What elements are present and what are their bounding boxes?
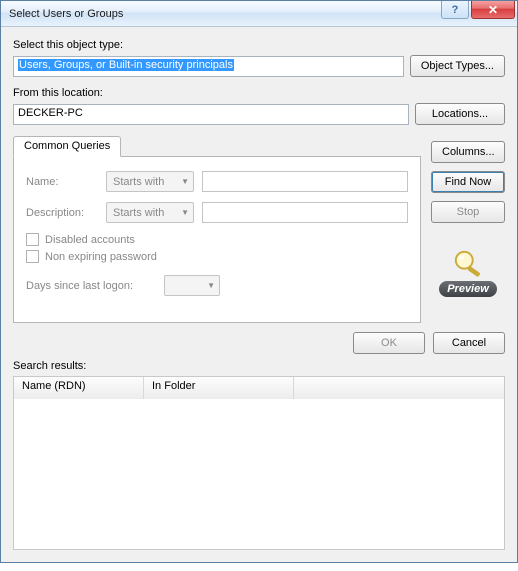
client-area: Select this object type: Users, Groups, … (1, 27, 517, 562)
disabled-accounts-checkbox[interactable] (26, 233, 39, 246)
chevron-down-icon: ▼ (181, 208, 189, 217)
disabled-accounts-label: Disabled accounts (45, 234, 135, 246)
columns-button[interactable]: Columns... (431, 141, 505, 163)
days-since-combo[interactable]: ▼ (164, 275, 220, 296)
object-type-label: Select this object type: (13, 39, 505, 51)
description-label: Description: (26, 207, 98, 219)
window-title: Select Users or Groups (9, 8, 123, 20)
description-match-combo[interactable]: Starts with ▼ (106, 202, 194, 223)
search-results-label: Search results: (13, 360, 505, 372)
name-label: Name: (26, 176, 98, 188)
ok-button[interactable]: OK (353, 332, 425, 354)
help-button[interactable]: ? (441, 1, 469, 19)
non-expiring-label: Non expiring password (45, 251, 157, 263)
locations-button[interactable]: Locations... (415, 103, 505, 125)
tab-common-queries[interactable]: Common Queries (13, 136, 121, 157)
column-in-folder[interactable]: In Folder (144, 377, 294, 399)
description-match-value: Starts with (113, 207, 164, 219)
object-type-value: Users, Groups, or Built-in security prin… (18, 59, 234, 71)
side-buttons: Columns... Find Now Stop Preview (431, 135, 505, 297)
location-value: DECKER-PC (18, 107, 83, 119)
object-types-button[interactable]: Object Types... (410, 55, 505, 77)
close-button[interactable]: ✕ (471, 1, 515, 19)
location-field[interactable]: DECKER-PC (13, 104, 409, 125)
name-match-value: Starts with (113, 176, 164, 188)
dialog-window: Select Users or Groups ? ✕ Select this o… (0, 0, 518, 563)
non-expiring-checkbox[interactable] (26, 250, 39, 263)
object-type-field[interactable]: Users, Groups, or Built-in security prin… (13, 56, 404, 77)
close-icon: ✕ (488, 3, 498, 17)
tab-strip: Common Queries (13, 135, 421, 157)
preview-group[interactable]: Preview (431, 249, 505, 297)
window-controls: ? ✕ (441, 1, 517, 26)
help-icon: ? (452, 4, 459, 16)
results-grid[interactable]: Name (RDN) In Folder (13, 376, 505, 550)
chevron-down-icon: ▼ (207, 281, 215, 290)
stop-button[interactable]: Stop (431, 201, 505, 223)
results-header: Name (RDN) In Folder (14, 377, 504, 399)
find-now-button[interactable]: Find Now (431, 171, 505, 193)
common-queries-panel: Name: Starts with ▼ Description: Starts … (13, 156, 421, 323)
location-label: From this location: (13, 87, 505, 99)
preview-caption: Preview (439, 281, 497, 297)
chevron-down-icon: ▼ (181, 177, 189, 186)
name-input[interactable] (202, 171, 408, 192)
days-since-label: Days since last logon: (26, 280, 156, 292)
title-bar: Select Users or Groups ? ✕ (1, 1, 517, 27)
name-match-combo[interactable]: Starts with ▼ (106, 171, 194, 192)
cancel-button[interactable]: Cancel (433, 332, 505, 354)
magnifier-icon (449, 249, 487, 279)
description-input[interactable] (202, 202, 408, 223)
column-name-rdn[interactable]: Name (RDN) (14, 377, 144, 399)
